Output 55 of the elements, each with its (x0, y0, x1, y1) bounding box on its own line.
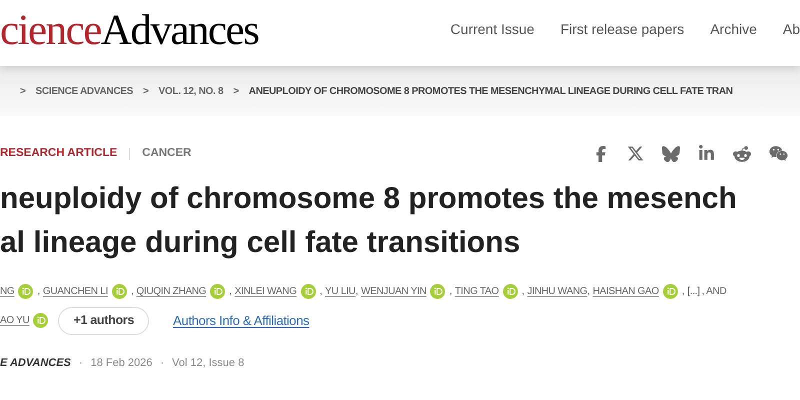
wechat-icon[interactable] (769, 144, 788, 163)
x-icon[interactable] (627, 145, 644, 162)
dot-separator: · (78, 356, 83, 371)
more-authors-button[interactable]: +1 authors (58, 306, 150, 334)
article-title: neuploidy of chromosome 8 promotes the mesench al lineage during cell fate transitions (0, 181, 738, 261)
separator-text: , AND (702, 285, 726, 299)
linkedin-icon[interactable] (698, 145, 715, 162)
author-link[interactable]: YU LIU (325, 284, 356, 299)
separator-text: , (130, 285, 134, 299)
separator-text: , (682, 285, 684, 299)
subject-label: CANCER (142, 146, 192, 161)
author-link[interactable]: QIUQIN ZHANG (136, 284, 206, 299)
separator-text: , (522, 285, 524, 299)
dot-separator: · (160, 356, 164, 371)
author-link[interactable]: JINHU WANG (527, 284, 588, 299)
orcid-icon[interactable] (662, 284, 678, 299)
publish-date: 18 Feb 2026 (90, 356, 152, 371)
breadcrumb-link[interactable]: SCIENCE ADVANCES (36, 84, 133, 98)
journal-name: E ADVANCES (0, 356, 71, 371)
breadcrumb-link[interactable]: ANEUPLOIDY OF CHROMOSOME 8 PROMOTES THE MESENCHYMAL LINEAGE DURING CELL FATE TRAN (248, 84, 733, 98)
butterfly-icon[interactable] (662, 146, 680, 162)
nav-link[interactable]: First release papers (560, 18, 684, 40)
orcid-icon[interactable] (502, 284, 518, 299)
orcid-icon[interactable] (300, 284, 316, 299)
author-link[interactable]: NG (0, 284, 14, 299)
orcid-icon[interactable] (18, 284, 34, 299)
separator-text: , (449, 285, 452, 299)
separator-text: , (320, 285, 322, 299)
separator-text: , (355, 285, 358, 299)
author-link[interactable]: GUANCHEN LI (42, 284, 108, 299)
affiliations-link[interactable]: Authors Info & Affiliations (173, 310, 310, 330)
chevron-text: > (142, 84, 149, 98)
reddit-icon[interactable] (733, 144, 751, 162)
author-link[interactable]: AO YU (0, 313, 30, 328)
breadcrumb-link[interactable]: VOL. 12, NO. 8 (158, 84, 224, 98)
orcid-icon[interactable] (430, 284, 446, 299)
chevron-text: > (233, 84, 239, 98)
separator-text: , (587, 285, 590, 299)
nav-link[interactable]: Archive (710, 18, 757, 40)
issue-label: Vol 12, Issue 8 (172, 356, 244, 371)
more-authors-link[interactable]: [...] (687, 284, 700, 299)
separator-text: , (229, 285, 232, 299)
article-type: RESEARCH ARTICLE (0, 146, 118, 161)
orcid-icon[interactable] (210, 284, 226, 299)
nav-link[interactable]: Ab (782, 18, 800, 40)
nav-link[interactable]: Current Issue (450, 18, 534, 40)
orcid-icon[interactable] (112, 284, 127, 299)
author-link[interactable]: XINLEI WANG (234, 284, 297, 299)
orcid-icon[interactable] (33, 313, 48, 328)
author-link[interactable]: WENJUAN YIN (360, 284, 426, 299)
author-link[interactable]: HAISHAN GAO (592, 284, 659, 299)
separator-text: , (37, 285, 40, 299)
author-link[interactable]: TING TAO (454, 284, 499, 299)
logo[interactable]: cienceAdvances (0, 8, 258, 58)
chevron-text: > (20, 84, 26, 98)
